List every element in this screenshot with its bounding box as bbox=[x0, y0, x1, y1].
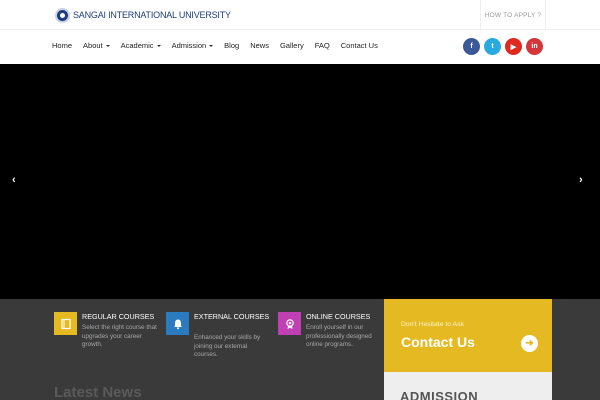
nav-item-news[interactable]: News bbox=[250, 41, 269, 50]
nav-item-label: FAQ bbox=[314, 41, 330, 50]
nav-item-label: Academic bbox=[120, 41, 154, 50]
twitter-icon[interactable]: t bbox=[484, 38, 501, 55]
contact-subtitle: Don't Hesitate to Ask bbox=[401, 321, 464, 328]
course-title: ONLINE COURSES bbox=[306, 312, 371, 321]
university-logo[interactable]: SANGAI INTERNATIONAL UNIVERSITY bbox=[55, 6, 231, 24]
nav-item-admission[interactable]: Admission bbox=[172, 41, 214, 50]
nav-item-about[interactable]: About bbox=[83, 41, 110, 50]
nav-item-faq[interactable]: FAQ bbox=[315, 41, 330, 50]
main-navbar: Home About Academic Admission Blog News … bbox=[0, 30, 600, 64]
university-seal-icon bbox=[55, 7, 70, 23]
bell-icon bbox=[166, 312, 189, 335]
course-title: REGULAR COURSES bbox=[82, 312, 155, 321]
youtube-icon[interactable]: ▶ bbox=[505, 38, 522, 55]
social-links: f t ▶ in bbox=[463, 38, 543, 55]
nav-item-gallery[interactable]: Gallery bbox=[280, 41, 304, 50]
nav-item-blog[interactable]: Blog bbox=[224, 41, 239, 50]
nav-item-home[interactable]: Home bbox=[52, 41, 72, 50]
top-bar: SANGAI INTERNATIONAL UNIVERSITY HOW TO A… bbox=[0, 0, 600, 30]
facebook-icon[interactable]: f bbox=[463, 38, 480, 55]
course-description: Select the right course that upgrades yo… bbox=[82, 324, 157, 349]
admission-panel: ADMISSION bbox=[384, 372, 552, 400]
course-description: Enroll yourself in our professionally de… bbox=[306, 324, 372, 349]
nav-item-label: About bbox=[83, 41, 103, 50]
course-description: Enhanced your skills by joining our exte… bbox=[194, 334, 261, 359]
caret-down-icon bbox=[209, 44, 214, 47]
nav-item-contact-us[interactable]: Contact Us bbox=[341, 41, 378, 50]
slider-prev-arrow-icon[interactable]: ‹ bbox=[12, 174, 16, 186]
hero-slider: ‹ › bbox=[0, 64, 600, 299]
contact-us-cta[interactable]: Don't Hesitate to Ask Contact Us ➜ bbox=[384, 299, 552, 372]
nav-item-label: Admission bbox=[171, 41, 207, 50]
caret-down-icon bbox=[156, 44, 161, 47]
nav-item-label: Gallery bbox=[279, 41, 304, 50]
nav-menu: Home About Academic Admission Blog News … bbox=[52, 41, 389, 50]
how-to-apply-link[interactable]: HOW TO APPLY ? bbox=[480, 0, 546, 30]
caret-down-icon bbox=[105, 44, 110, 47]
linkedin-icon[interactable]: in bbox=[526, 38, 543, 55]
nav-item-label: Home bbox=[52, 41, 73, 50]
bottom-section: Latest News ADMISSION bbox=[0, 372, 600, 400]
contact-title: Contact Us bbox=[401, 334, 475, 350]
admission-heading: ADMISSION bbox=[400, 389, 479, 400]
nav-item-label: News bbox=[250, 41, 269, 50]
arrow-right-icon[interactable]: ➜ bbox=[521, 335, 538, 352]
logo-text: SANGAI INTERNATIONAL UNIVERSITY bbox=[73, 10, 231, 20]
badge-icon bbox=[278, 312, 301, 335]
nav-item-label: Contact Us bbox=[340, 41, 378, 50]
nav-item-label: Blog bbox=[224, 41, 240, 50]
latest-news-heading: Latest News bbox=[54, 384, 142, 400]
course-title: EXTERNAL COURSES bbox=[194, 312, 270, 321]
nav-item-academic[interactable]: Academic bbox=[121, 41, 161, 50]
book-icon bbox=[54, 312, 77, 335]
slider-next-arrow-icon[interactable]: › bbox=[579, 174, 583, 186]
